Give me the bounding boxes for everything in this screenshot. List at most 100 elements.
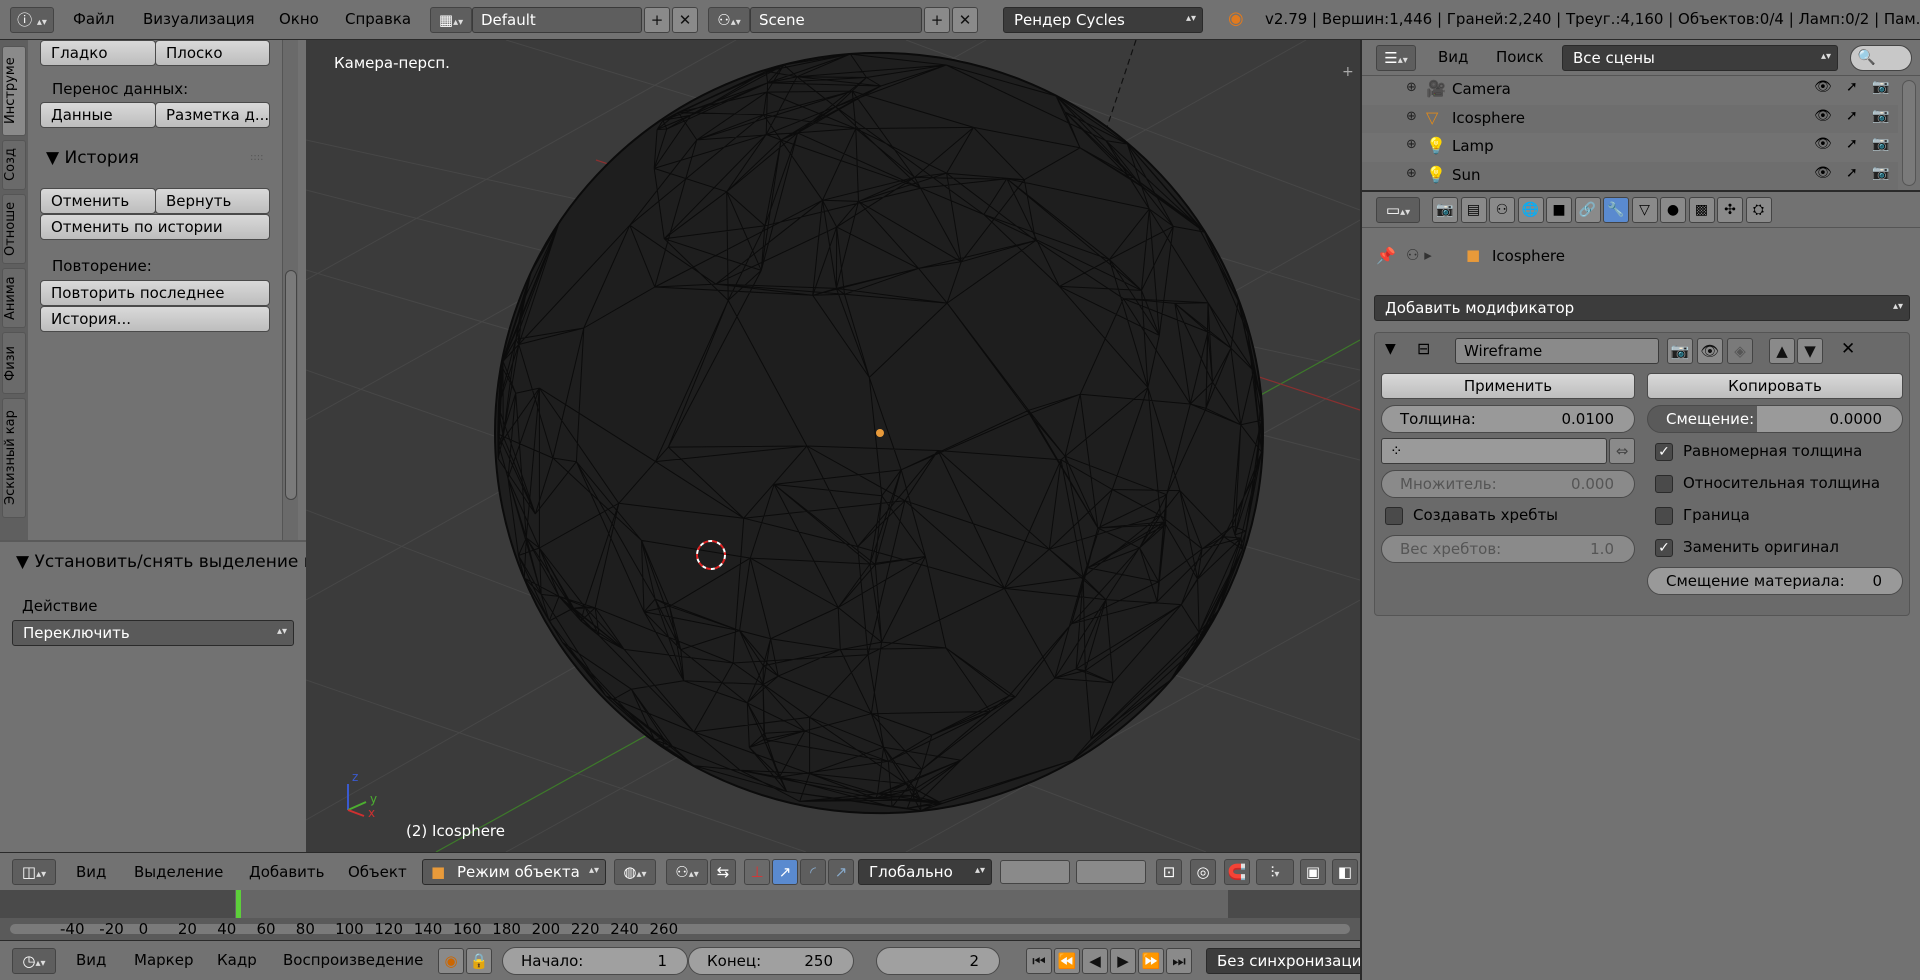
render-camera-icon[interactable]: 📷 bbox=[1872, 136, 1889, 152]
thickness-field[interactable]: Толщина: 0.0100 bbox=[1381, 405, 1635, 433]
modifier-name-field[interactable]: Wireframe bbox=[1455, 338, 1659, 364]
menu-add[interactable]: Добавить bbox=[249, 863, 325, 881]
sync-select[interactable]: Без синхронизации bbox=[1206, 948, 1371, 974]
render-engine-select[interactable]: Рендер Cycles ▴▾ bbox=[1003, 7, 1203, 33]
render-layers-tab-icon[interactable]: ▤ bbox=[1460, 197, 1487, 223]
visibility-eye-icon[interactable]: 👁 bbox=[1814, 165, 1832, 181]
material-offset-field[interactable]: Смещение материала: 0 bbox=[1647, 567, 1903, 595]
proportional-icon[interactable]: ⇆ bbox=[710, 859, 736, 885]
remove-layout-icon[interactable]: ✕ bbox=[672, 7, 698, 33]
lock-icon[interactable]: 🔒 bbox=[466, 948, 492, 974]
uv-transfer-button[interactable]: Разметка д... bbox=[155, 102, 270, 128]
expand-icon[interactable]: ⊕ bbox=[1406, 137, 1417, 152]
show-render-icon[interactable]: 📷 bbox=[1667, 338, 1693, 364]
render-camera-icon[interactable]: 📷 bbox=[1872, 79, 1889, 95]
properties-editor-type-button[interactable]: ▭▴▾ bbox=[1376, 197, 1420, 223]
end-frame-field[interactable]: Конец: 250 bbox=[688, 947, 854, 975]
outliner-search-field[interactable]: 🔍 bbox=[1850, 45, 1912, 71]
factor-field[interactable]: Множитель: 0.000 bbox=[1381, 470, 1635, 498]
add-scene-icon[interactable]: + bbox=[924, 7, 950, 33]
particles-tab-icon[interactable]: ✣ bbox=[1717, 197, 1743, 223]
scene-tab-icon[interactable]: ⚇ bbox=[1489, 197, 1515, 223]
translate-icon[interactable]: ↗ bbox=[772, 859, 798, 885]
menu-help[interactable]: Справка bbox=[345, 10, 411, 28]
scene-icon[interactable]: ⚇▴▾ bbox=[708, 7, 750, 33]
outliner-editor-type-button[interactable]: ☰▴▾ bbox=[1376, 45, 1416, 71]
info-editor-type-button[interactable]: ⓘ ▴▾ bbox=[10, 7, 54, 33]
relative-thickness-checkbox[interactable] bbox=[1655, 475, 1673, 493]
visibility-eye-icon[interactable]: 👁 bbox=[1814, 136, 1832, 152]
collapse-arrow-icon[interactable]: ▼ bbox=[1385, 341, 1396, 357]
layout-name-field[interactable]: Default bbox=[472, 7, 642, 33]
select-arrow-icon[interactable]: ➚ bbox=[1846, 79, 1858, 95]
physics-tab-icon[interactable]: ⛭ bbox=[1745, 197, 1772, 223]
expand-icon[interactable]: ⊕ bbox=[1406, 166, 1417, 181]
visibility-eye-icon[interactable]: 👁 bbox=[1814, 79, 1832, 95]
jump-next-key-icon[interactable]: ⏩ bbox=[1138, 948, 1164, 974]
render-tab-icon[interactable]: 📷 bbox=[1432, 197, 1458, 223]
tool-shelf-scrollbar[interactable] bbox=[282, 40, 298, 540]
constraints-tab-icon[interactable]: 🔗 bbox=[1574, 197, 1601, 223]
pin-icon[interactable]: 📌 bbox=[1376, 246, 1396, 265]
menu-tl-view[interactable]: Вид bbox=[76, 951, 106, 969]
3d-viewport[interactable]: Камера-персп. + z y x (2) Icosphere bbox=[306, 40, 1360, 852]
show-editmode-icon[interactable]: ◈ bbox=[1727, 338, 1753, 364]
scrollbar-thumb[interactable] bbox=[285, 270, 297, 500]
menu-file[interactable]: Файл bbox=[73, 10, 114, 28]
expand-icon[interactable]: ⊕ bbox=[1406, 80, 1417, 95]
remove-modifier-icon[interactable]: ✕ bbox=[1841, 339, 1855, 359]
undo-button[interactable]: Отменить bbox=[40, 188, 156, 214]
manipulator-icon[interactable]: ⊥ bbox=[744, 859, 770, 885]
outliner-display-select[interactable]: Все сцены ▴▾ bbox=[1562, 45, 1838, 71]
menu-window[interactable]: Окно bbox=[279, 10, 319, 28]
play-reverse-icon[interactable]: ◀ bbox=[1082, 948, 1108, 974]
viewport-plus-icon[interactable]: + bbox=[1342, 64, 1354, 80]
mode-select[interactable]: ■ Режим объекта ▴▾ bbox=[422, 859, 606, 885]
tab-create[interactable]: Созд bbox=[2, 140, 26, 190]
render-camera-icon[interactable]: 📷 bbox=[1872, 108, 1889, 124]
select-arrow-icon[interactable]: ➚ bbox=[1846, 136, 1858, 152]
outliner-item[interactable]: ⊕ 💡 Sun 👁 ➚ 📷 bbox=[1362, 161, 1898, 190]
scale-icon[interactable]: ↗ bbox=[828, 859, 854, 885]
layer-lock-icon[interactable]: ⊡ bbox=[1156, 859, 1182, 885]
menu-object[interactable]: Объект bbox=[348, 863, 407, 881]
scene-name-field[interactable]: Scene bbox=[750, 7, 922, 33]
snap-icon[interactable]: 🧲 bbox=[1224, 859, 1250, 885]
orientation-select[interactable]: Глобально ▴▾ bbox=[858, 859, 992, 885]
world-tab-icon[interactable]: 🌐 bbox=[1517, 197, 1544, 223]
replace-original-checkbox[interactable]: ✓ bbox=[1655, 539, 1673, 557]
menu-view[interactable]: Вид bbox=[76, 863, 106, 881]
visibility-eye-icon[interactable]: 👁 bbox=[1814, 108, 1832, 124]
move-down-icon[interactable]: ▼ bbox=[1797, 338, 1823, 364]
play-icon[interactable]: ▶ bbox=[1110, 948, 1136, 974]
tab-relations[interactable]: Отноше bbox=[2, 194, 26, 264]
texture-tab-icon[interactable]: ▩ bbox=[1688, 197, 1715, 223]
jump-start-icon[interactable]: ⏮ bbox=[1026, 948, 1052, 974]
action-select[interactable]: Переключить ▴▾ bbox=[12, 620, 294, 646]
select-arrow-icon[interactable]: ➚ bbox=[1846, 165, 1858, 181]
repeat-history-button[interactable]: История... bbox=[40, 306, 270, 332]
crease-weight-field[interactable]: Вес хребтов: 1.0 bbox=[1381, 535, 1635, 563]
jump-prev-key-icon[interactable]: ⏪ bbox=[1054, 948, 1080, 974]
shade-flat-button[interactable]: Плоско bbox=[155, 40, 270, 66]
invert-vgroup-icon[interactable]: ⇔ bbox=[1609, 438, 1635, 464]
menu-outliner-view[interactable]: Вид bbox=[1438, 48, 1468, 66]
pivot-icon[interactable]: ⚇▴▾ bbox=[666, 859, 708, 885]
copy-button[interactable]: Копировать bbox=[1647, 373, 1903, 399]
offset-field[interactable]: Смещение: 0.0000 bbox=[1647, 405, 1903, 433]
add-modifier-select[interactable]: Добавить модификатор ▴▾ bbox=[1374, 295, 1910, 321]
crease-edges-checkbox[interactable] bbox=[1385, 507, 1403, 525]
outliner-item[interactable]: ⊕ 💡 Lamp 👁 ➚ 📷 bbox=[1362, 133, 1898, 161]
add-layout-icon[interactable]: + bbox=[644, 7, 670, 33]
layers-group-1[interactable] bbox=[1000, 860, 1070, 884]
proportional-edit-icon[interactable]: ◎ bbox=[1190, 859, 1216, 885]
operator-panel-header[interactable]: ▼ Установить/снять выделение на bbox=[16, 552, 306, 572]
redo-button[interactable]: Вернуть bbox=[155, 188, 270, 214]
tab-tools[interactable]: Инструме bbox=[2, 46, 26, 136]
tab-animation[interactable]: Анима bbox=[2, 268, 26, 328]
menu-outliner-search[interactable]: Поиск bbox=[1496, 48, 1544, 66]
object-tab-icon[interactable]: ■ bbox=[1546, 197, 1572, 223]
menu-frame[interactable]: Кадр bbox=[217, 951, 257, 969]
menu-playback[interactable]: Воспроизведение bbox=[283, 951, 423, 969]
outliner-item[interactable]: ⊕ ▽ Icosphere 👁 ➚ 📷 bbox=[1362, 104, 1898, 133]
